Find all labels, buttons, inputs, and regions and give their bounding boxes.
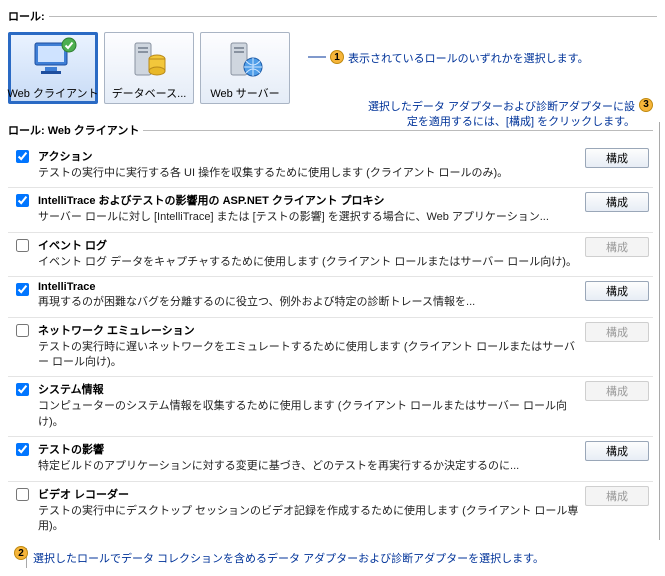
adapters-fieldset: ロール: Web クライアント アクションテストの実行中に実行する各 UI 操作… — [8, 122, 653, 540]
configure-button[interactable]: 構成 — [585, 441, 649, 461]
adapter-checkbox[interactable] — [16, 324, 29, 337]
server-globe-icon — [225, 41, 265, 79]
adapter-title: イベント ログ — [38, 237, 579, 253]
adapter-desc: テストの実行中にデスクトップ セッションのビデオ記録を作成するために使用します … — [38, 504, 579, 535]
adapter-title: ビデオ レコーダー — [38, 486, 579, 502]
adapter-text: アクションテストの実行中に実行する各 UI 操作を収集するために使用します (ク… — [38, 148, 579, 181]
adapter-text: ネットワーク エミュレーションテストの実行時に遅いネットワークをエミュレートする… — [38, 322, 579, 371]
badge-3-icon: 3 — [639, 98, 653, 112]
adapter-desc: イベント ログ データをキャプチャするために使用します (クライアント ロールま… — [38, 255, 579, 270]
adapter-desc: コンピューターのシステム情報を収集するために使用します (クライアント ロールま… — [38, 399, 579, 430]
adapter-checkbox[interactable] — [16, 443, 29, 456]
adapter-title: IntelliTrace およびテストの影響用の ASP.NET クライアント … — [38, 192, 579, 208]
adapter-row: IntelliTrace およびテストの影響用の ASP.NET クライアント … — [8, 187, 653, 231]
configure-button: 構成 — [585, 486, 649, 506]
roles-legend: ロール: — [8, 8, 49, 24]
role-tile-web-client[interactable]: Web クライアント — [8, 32, 98, 104]
adapter-text: ビデオ レコーダーテストの実行中にデスクトップ セッションのビデオ記録を作成する… — [38, 486, 579, 535]
adapter-checkbox[interactable] — [16, 488, 29, 501]
adapter-desc: テストの実行中に実行する各 UI 操作を収集するために使用します (クライアント… — [38, 166, 579, 181]
callout-2: 2 選択したロールでデータ コレクションを含めるデータ アダプターおよび診断アダ… — [8, 548, 657, 568]
adapter-text: イベント ログイベント ログ データをキャプチャするために使用します (クライア… — [38, 237, 579, 270]
adapter-row: テストの影響特定ビルドのアプリケーションに対する変更に基づき、どのテストを再実行… — [8, 436, 653, 480]
adapter-row: イベント ログイベント ログ データをキャプチャするために使用します (クライア… — [8, 232, 653, 276]
configure-button[interactable]: 構成 — [585, 192, 649, 212]
adapter-checkbox[interactable] — [16, 194, 29, 207]
adapter-title: ネットワーク エミュレーション — [38, 322, 579, 338]
adapter-title: テストの影響 — [38, 441, 579, 457]
adapter-row: IntelliTrace 再現するのが困難なバグを分離するのに役立つ、例外および特… — [8, 276, 653, 316]
adapters-legend: ロール: Web クライアント — [8, 122, 143, 138]
callout-1: 1 表示されているロールのいずれかを選択します。 — [308, 50, 648, 66]
configure-button: 構成 — [585, 237, 649, 257]
server-db-icon — [129, 41, 169, 79]
configure-button[interactable]: 構成 — [585, 281, 649, 301]
adapter-checkbox[interactable] — [16, 239, 29, 252]
adapter-row: システム情報コンピューターのシステム情報を収集するために使用します (クライアン… — [8, 376, 653, 436]
configure-button: 構成 — [585, 381, 649, 401]
adapter-text: IntelliTrace およびテストの影響用の ASP.NET クライアント … — [38, 192, 579, 225]
role-tile-row: Web クライアント データベース... Web サーバー — [8, 32, 657, 104]
role-tile-label: Web クライアント — [7, 85, 98, 101]
adapter-title: システム情報 — [38, 381, 579, 397]
configure-button[interactable]: 構成 — [585, 148, 649, 168]
role-tile-label: Web サーバー — [210, 85, 279, 101]
role-tile-database[interactable]: データベース... — [104, 32, 194, 104]
adapter-checkbox[interactable] — [16, 283, 29, 296]
role-tile-web-server[interactable]: Web サーバー — [200, 32, 290, 104]
adapter-desc: サーバー ロールに対し [IntelliTrace] または [テストの影響] … — [38, 210, 579, 225]
adapter-row: アクションテストの実行中に実行する各 UI 操作を収集するために使用します (ク… — [8, 144, 653, 187]
role-tile-label: データベース... — [112, 85, 187, 101]
adapter-checkbox[interactable] — [16, 150, 29, 163]
roles-fieldset: ロール: Web クライアント データベース... Web サーバー — [8, 8, 657, 116]
adapter-row: ネットワーク エミュレーションテストの実行時に遅いネットワークをエミュレートする… — [8, 317, 653, 377]
adapter-list: アクションテストの実行中に実行する各 UI 操作を収集するために使用します (ク… — [8, 144, 653, 540]
adapter-desc: テストの実行時に遅いネットワークをエミュレートするために使用します (クライアン… — [38, 340, 579, 371]
check-icon — [61, 37, 77, 53]
adapter-checkbox[interactable] — [16, 383, 29, 396]
adapter-desc: 特定ビルドのアプリケーションに対する変更に基づき、どのテストを再実行するか決定す… — [38, 459, 579, 474]
bracket-3-line — [659, 122, 660, 540]
configure-button: 構成 — [585, 322, 649, 342]
callout-1-text: 表示されているロールのいずれかを選択します。 — [348, 50, 589, 66]
adapter-text: システム情報コンピューターのシステム情報を収集するために使用します (クライアン… — [38, 381, 579, 430]
adapter-desc: 再現するのが困難なバグを分離するのに役立つ、例外および特定の診断トレース情報を.… — [38, 295, 579, 310]
adapter-row: ビデオ レコーダーテストの実行中にデスクトップ セッションのビデオ記録を作成する… — [8, 481, 653, 541]
adapter-text: IntelliTrace 再現するのが困難なバグを分離するのに役立つ、例外および特… — [38, 281, 579, 310]
adapter-title: アクション — [38, 148, 579, 164]
badge-1-icon: 1 — [330, 50, 344, 64]
monitor-icon — [33, 41, 73, 79]
callout-2-text: 選択したロールでデータ コレクションを含めるデータ アダプターおよび診断アダプタ… — [26, 548, 657, 568]
adapter-title: IntelliTrace — [38, 281, 579, 293]
adapter-text: テストの影響特定ビルドのアプリケーションに対する変更に基づき、どのテストを再実行… — [38, 441, 579, 474]
